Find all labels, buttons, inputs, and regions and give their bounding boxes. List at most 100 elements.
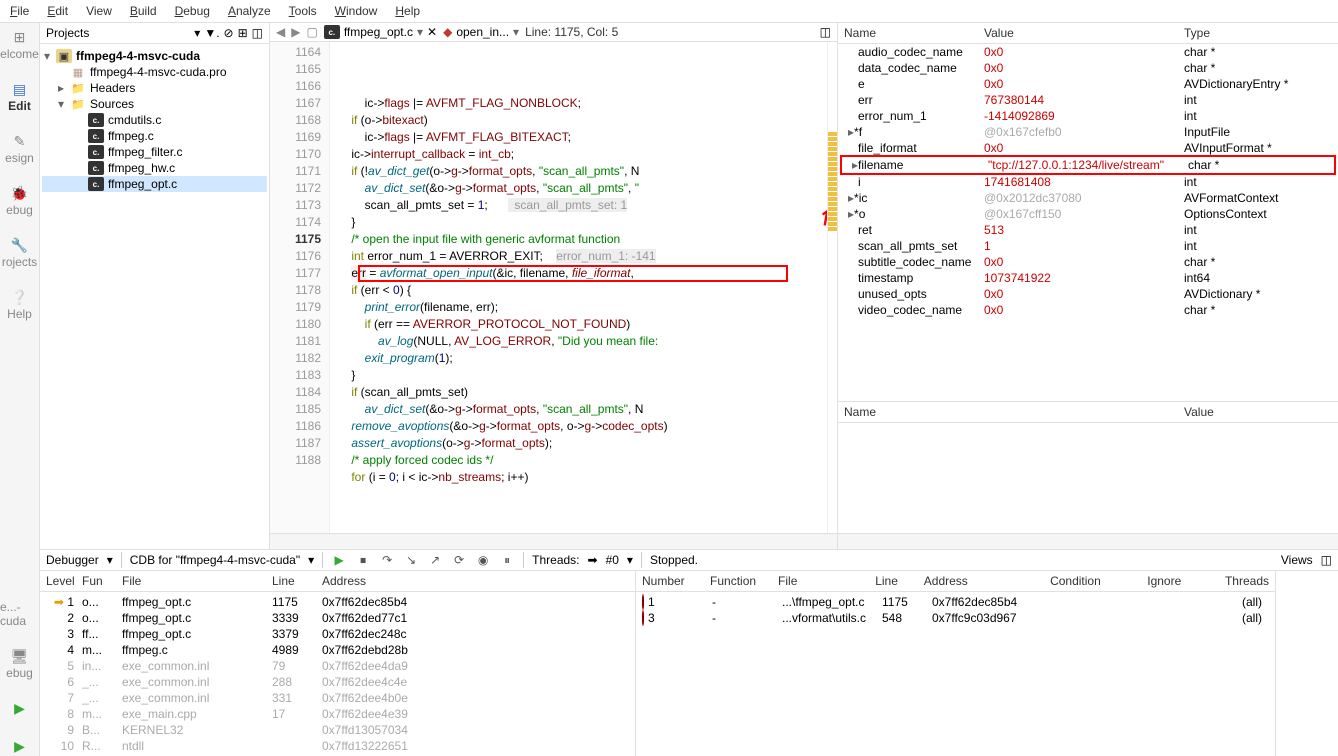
bp-rows[interactable]: 1-...\ffmpeg_opt.c11750x7ff62dec85b4(all… <box>636 592 1275 628</box>
nav-back-icon[interactable]: ◀ <box>276 25 285 39</box>
menu-view[interactable]: View <box>86 4 112 18</box>
step-into-icon[interactable]: ↘ <box>403 552 419 568</box>
variable-row[interactable]: i1741681408int <box>838 174 1338 190</box>
variable-row[interactable]: timestamp1073741922int64 <box>838 270 1338 286</box>
code-line[interactable]: av_dict_set(&o->g->format_opts, "scan_al… <box>330 180 827 197</box>
code-line[interactable]: if (err < 0) { <box>330 282 827 299</box>
code-line[interactable]: if (err == AVERROR_PROTOCOL_NOT_FOUND) <box>330 316 827 333</box>
code-line[interactable]: } <box>330 214 827 231</box>
variable-row[interactable]: ret513int <box>838 222 1338 238</box>
menu-analyze[interactable]: Analyze <box>228 4 271 18</box>
headers-folder[interactable]: Headers <box>90 81 135 95</box>
debug-engine[interactable]: CDB for "ffmpeg4-4-msvc-cuda" <box>130 553 300 567</box>
code-line[interactable]: ic->flags |= AVFMT_FLAG_BITEXACT; <box>330 129 827 146</box>
bp-header-file[interactable]: File <box>778 574 875 588</box>
variable-row[interactable]: subtitle_codec_name0x0char * <box>838 254 1338 270</box>
continue-icon[interactable]: ▶ <box>331 552 347 568</box>
code-line[interactable]: for (i = 0; i < ic->nb_streams; i++) <box>330 469 827 486</box>
chevron-down-icon[interactable]: ▾ <box>42 49 52 63</box>
bp-header-thr[interactable]: Threads <box>1225 574 1269 588</box>
horizontal-scrollbar[interactable] <box>270 533 837 549</box>
close-icon[interactable]: ✕ <box>427 25 437 39</box>
chevron-down-icon[interactable]: ▾ <box>308 553 314 567</box>
bp-header-addr[interactable]: Address <box>924 574 1050 588</box>
stack-header-addr[interactable]: Address <box>322 574 629 588</box>
menu-file[interactable]: File <box>10 4 29 18</box>
funnel-icon[interactable]: ▼. <box>204 26 219 40</box>
marks-column[interactable] <box>827 42 837 533</box>
line-gutter[interactable]: 1164116511661167116811691170117111721173… <box>270 42 330 533</box>
code-line[interactable]: scan_all_pmts_set = 1; scan_all_pmts_set… <box>330 197 827 214</box>
chevron-down-icon[interactable]: ▾ <box>107 553 113 567</box>
variable-row[interactable]: video_codec_name0x0char * <box>838 302 1338 318</box>
stack-frame[interactable]: 8m...exe_main.cpp170x7ff62dee4e39 <box>40 706 635 722</box>
variable-row[interactable]: ▸*f@0x167cfefb0InputFile <box>838 124 1338 140</box>
code-editor[interactable]: 1164116511661167116811691170117111721173… <box>270 42 837 533</box>
project-tree[interactable]: ▾▣ffmpeg4-4-msvc-cuda ▦ffmpeg4-4-msvc-cu… <box>40 44 269 549</box>
source-file[interactable]: ffmpeg.c <box>108 129 154 143</box>
stack-frame[interactable]: 9B...KERNEL320x7ffd13057034 <box>40 722 635 738</box>
stack-frame[interactable]: 10R...ntdll0x7ffd13222651 <box>40 738 635 754</box>
code-line[interactable]: } <box>330 367 827 384</box>
stack-header-file[interactable]: File <box>122 574 272 588</box>
stack-header-level[interactable]: Level <box>46 574 82 588</box>
code-line[interactable]: int error_num_1 = AVERROR_EXIT; error_nu… <box>330 248 827 265</box>
code-line[interactable]: if (scan_all_pmts_set) <box>330 384 827 401</box>
nav-fwd-icon[interactable]: ▶ <box>291 25 300 39</box>
bp-header-ign[interactable]: Ignore <box>1147 574 1225 588</box>
code-line[interactable]: exit_program(1); <box>330 350 827 367</box>
watch-header-value[interactable]: Value <box>1184 405 1332 419</box>
code-line[interactable]: av_dict_set(&o->g->format_opts, "scan_al… <box>330 401 827 418</box>
menu-edit[interactable]: Edit <box>47 4 68 18</box>
vars-header-value[interactable]: Value <box>984 26 1184 40</box>
stop-icon[interactable]: ⏹ <box>355 552 371 568</box>
variable-row[interactable]: data_codec_name0x0char * <box>838 60 1338 76</box>
bp-header-fun[interactable]: Function <box>710 574 778 588</box>
menu-window[interactable]: Window <box>335 4 378 18</box>
pro-file[interactable]: ffmpeg4-4-msvc-cuda.pro <box>90 65 227 79</box>
watch-header-name[interactable]: Name <box>844 405 1184 419</box>
split-icon[interactable]: ◫ <box>252 26 263 40</box>
rail-debug-mode[interactable]: 🖥ebug <box>6 646 33 680</box>
bp-header-cond[interactable]: Condition <box>1050 574 1147 588</box>
chevron-down-icon[interactable]: ▾ <box>56 97 66 111</box>
stack-frame[interactable]: 4m...ffmpeg.c49890x7ff62debd28b <box>40 642 635 658</box>
code-line[interactable]: av_log(NULL, AV_LOG_ERROR, "Did you mean… <box>330 333 827 350</box>
bp-header-line[interactable]: Line <box>875 574 924 588</box>
variable-row[interactable]: ▸filename"tcp://127.0.0.1:1234/live/stre… <box>840 155 1336 175</box>
rail-rundbg[interactable]: ▶ <box>10 736 30 756</box>
expand-icon[interactable]: ⊞ <box>238 26 248 40</box>
source-file[interactable]: cmdutils.c <box>108 113 161 127</box>
project-root[interactable]: ffmpeg4-4-msvc-cuda <box>76 49 200 63</box>
menu-help[interactable]: Help <box>395 4 420 18</box>
menu-build[interactable]: Build <box>130 4 157 18</box>
code-line[interactable]: /* apply forced codec ids */ <box>330 452 827 469</box>
step-over-icon[interactable]: ↷ <box>379 552 395 568</box>
variable-row[interactable]: err767380144int <box>838 92 1338 108</box>
source-file[interactable]: ffmpeg_hw.c <box>108 161 175 175</box>
source-file[interactable]: ffmpeg_filter.c <box>108 145 182 159</box>
code-line[interactable]: ic->interrupt_callback = int_cb; <box>330 146 827 163</box>
rail-run[interactable]: ▶ <box>10 698 30 718</box>
code-area[interactable]: ↗ ic->flags |= AVFMT_FLAG_NONBLOCK; if (… <box>330 42 827 533</box>
restart-icon[interactable]: ⟳ <box>451 552 467 568</box>
rail-target[interactable]: e...-cuda <box>0 600 39 628</box>
stack-rows[interactable]: ➡ 1o...ffmpeg_opt.c11750x7ff62dec85b42o.… <box>40 592 635 756</box>
chevron-down-icon[interactable]: ▾ <box>194 26 200 40</box>
breakpoint-row[interactable]: 3-...vformat\utils.c5480x7ffc9c03d967(al… <box>636 610 1275 626</box>
code-line[interactable]: if (o->bitexact) <box>330 112 827 129</box>
thread-selector[interactable]: #0 <box>606 553 619 567</box>
bookmark-icon[interactable]: ▢ <box>306 25 317 39</box>
code-line[interactable]: ic->flags |= AVFMT_FLAG_NONBLOCK; <box>330 95 827 112</box>
link-icon[interactable]: ⊘ <box>224 26 234 40</box>
variable-row[interactable]: e0x0AVDictionaryEntry * <box>838 76 1338 92</box>
split-h-icon[interactable]: ◫ <box>820 25 831 39</box>
variable-row[interactable]: ▸*ic@0x2012dc37080AVFormatContext <box>838 190 1338 206</box>
vars-header-name[interactable]: Name <box>844 26 984 40</box>
editor-tab[interactable]: open_in... <box>456 25 509 39</box>
rail-help[interactable]: ❔Help <box>7 287 32 321</box>
stack-frame[interactable]: 3ff...ffmpeg_opt.c33790x7ff62dec248c <box>40 626 635 642</box>
watch-body[interactable] <box>838 423 1338 533</box>
rail-edit[interactable]: ▤Edit <box>8 79 31 113</box>
variable-row[interactable]: unused_opts0x0AVDictionary * <box>838 286 1338 302</box>
